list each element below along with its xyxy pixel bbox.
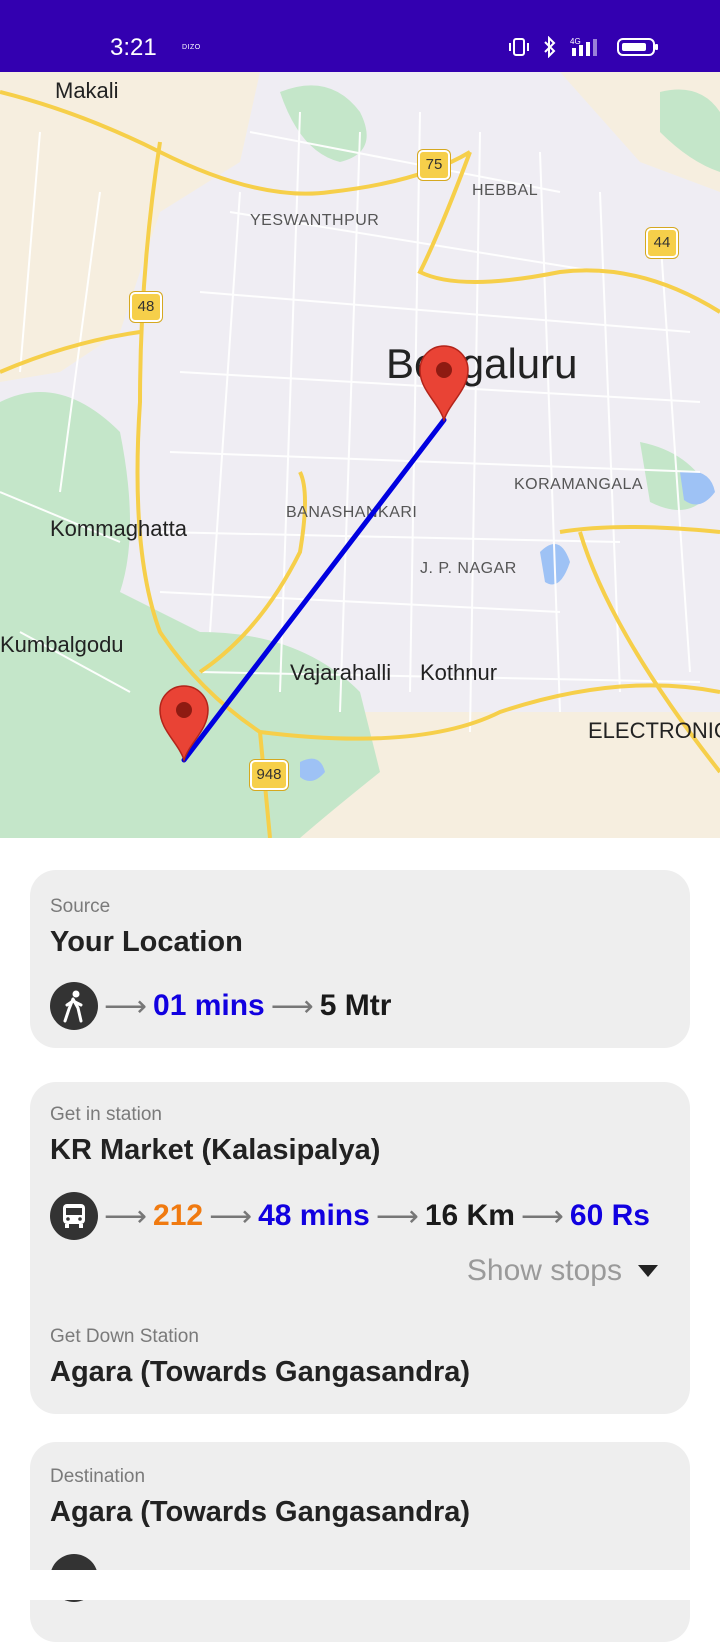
- vibrate-icon: [509, 38, 529, 56]
- destination-label: Destination: [50, 1466, 146, 1487]
- signal-4g-icon: 4G: [570, 37, 597, 56]
- bus-number: 212: [153, 1199, 204, 1232]
- walk-time: 01 mins: [153, 989, 265, 1022]
- arrow-icon: ⟶: [209, 1199, 253, 1233]
- bus-icon: [50, 1192, 98, 1240]
- bus-fare: 60 Rs: [569, 1199, 650, 1232]
- status-bar: 3:21 DIZO 4G: [0, 0, 720, 72]
- route-line: [181, 417, 447, 763]
- dropdown-arrow-icon: [638, 1265, 658, 1277]
- source-title: Your Location: [50, 926, 243, 958]
- bottom-edge: [0, 1570, 720, 1600]
- walk-distance: 5 Mtr: [319, 989, 392, 1022]
- destination-card[interactable]: Destination Agara (Towards Gangasandra): [30, 1442, 690, 1642]
- bus-time: 48 mins: [258, 1199, 370, 1232]
- status-time: 3:21: [110, 34, 157, 61]
- svg-text:4G: 4G: [570, 37, 581, 46]
- route-overlay: [159, 345, 469, 763]
- get-in-station-label: Get in station: [50, 1104, 162, 1125]
- arrow-icon: ⟶: [104, 989, 148, 1023]
- get-down-station-label: Get Down Station: [50, 1326, 199, 1347]
- get-in-station-title: KR Market (Kalasipalya): [50, 1134, 381, 1166]
- source-label: Source: [50, 896, 111, 917]
- station-card[interactable]: Get in station KR Market (Kalasipalya) ⟶…: [30, 1082, 690, 1414]
- battery-icon: [617, 38, 658, 56]
- get-down-station-title: Agara (Towards Gangasandra): [50, 1356, 471, 1388]
- arrow-icon: ⟶: [375, 1199, 419, 1233]
- source-card[interactable]: Source Your Location ⟶ 01 mins ⟶ 5 Mtr: [30, 870, 690, 1048]
- bus-distance: 16 Km: [424, 1199, 515, 1232]
- status-icons: 4G: [508, 36, 660, 58]
- source-travel-row: ⟶ 01 mins ⟶ 5 Mtr: [50, 982, 391, 1030]
- bus-travel-row: ⟶ 212 ⟶ 48 mins ⟶ 16 Km ⟶ 60 Rs: [50, 1192, 650, 1240]
- show-stops-label: Show stops: [466, 1254, 622, 1287]
- carrier-label: DIZO: [182, 44, 201, 51]
- arrow-icon: ⟶: [270, 989, 314, 1023]
- arrow-icon: ⟶: [520, 1199, 564, 1233]
- map-view[interactable]: Makali HEBBAL YESWANTHPUR Bengaluru KORA…: [0, 72, 720, 838]
- walk-icon: [50, 982, 98, 1030]
- origin-marker-icon: [159, 685, 209, 763]
- destination-marker-icon: [419, 345, 469, 423]
- show-stops-toggle[interactable]: Show stops: [467, 1254, 658, 1288]
- destination-title: Agara (Towards Gangasandra): [50, 1496, 471, 1528]
- bluetooth-icon: [544, 36, 556, 58]
- arrow-icon: ⟶: [104, 1199, 148, 1233]
